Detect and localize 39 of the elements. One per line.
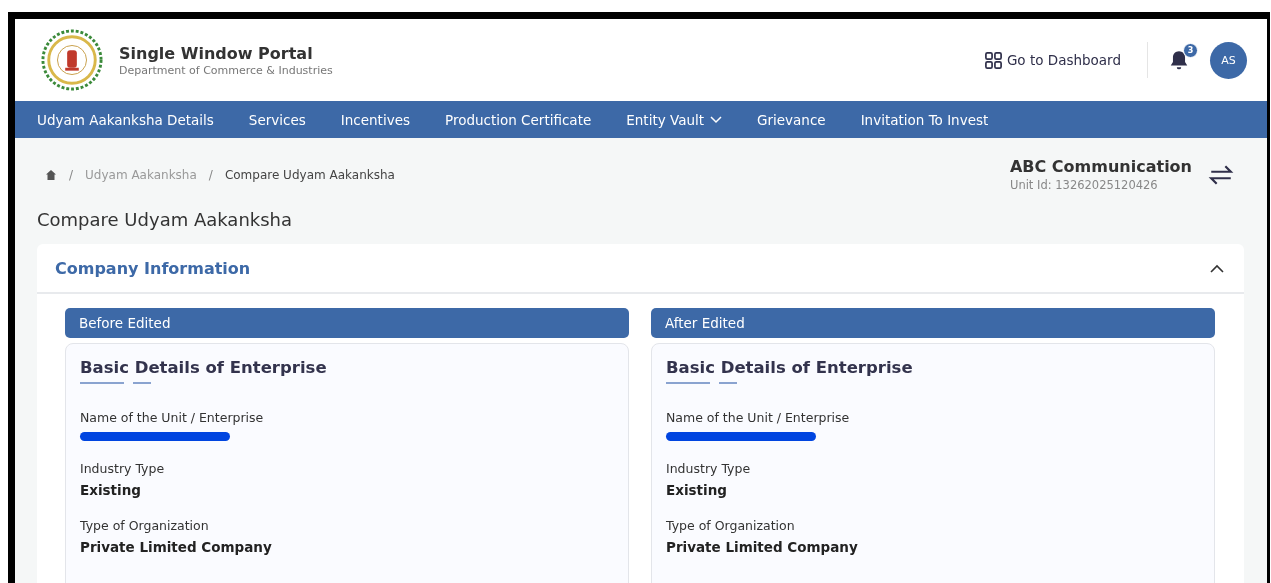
breadcrumb-separator: / (69, 167, 74, 182)
field-label: Name of the Unit / Enterprise (80, 410, 265, 425)
field-label: Industry Type (80, 461, 166, 476)
nav-item[interactable]: Services (248, 111, 306, 128)
field-label: Name of the Unit / Enterprise (666, 410, 851, 425)
card-title: Basic Details of Enterprise (666, 358, 914, 377)
nav-item[interactable]: Entity Vault (626, 111, 722, 128)
chevron-up-icon[interactable] (1210, 263, 1224, 273)
field-value: Existing (666, 482, 728, 498)
nav-item[interactable]: Production Certificate (445, 111, 592, 128)
portal-title: Single Window Portal (119, 43, 314, 63)
nav-item[interactable]: Incentives (340, 111, 410, 128)
field-value: Existing (80, 482, 142, 498)
breadcrumb-separator: / (208, 167, 213, 182)
emblem-logo (41, 29, 103, 91)
column-heading: After Edited (651, 308, 1215, 338)
breadcrumb-current: Compare Udyam Aakanksha (224, 167, 395, 182)
page-title: Compare Udyam Aakanksha (37, 209, 294, 230)
card-title: Basic Details of Enterprise (80, 358, 328, 377)
dashboard-link[interactable]: Go to Dashboard (983, 50, 1121, 70)
field-value: Private Limited Company (666, 539, 859, 555)
home-icon[interactable] (45, 168, 57, 181)
column-heading: Before Edited (65, 308, 629, 338)
department-name: Department of Commerce & Industries (119, 63, 333, 77)
field-label: Industry Type (666, 461, 752, 476)
field-label: Type of Organization (666, 518, 796, 533)
nav-item[interactable]: Udyam Aakanksha Details (37, 111, 214, 128)
user-avatar[interactable]: AS (1210, 41, 1247, 79)
nav-item[interactable]: Invitation To Invest (860, 111, 989, 128)
section-title[interactable]: Company Information (55, 258, 251, 278)
field-value: Private Limited Company (80, 539, 273, 555)
unit-name: ABC Communication (1009, 157, 1192, 176)
notification-badge: 3 (1183, 43, 1198, 58)
bell-icon[interactable] (1168, 49, 1190, 71)
field-label: Type of Organization (80, 518, 210, 533)
chevron-down-icon (710, 115, 722, 124)
unit-id: Unit Id: 13262025120426 (1009, 178, 1159, 192)
nav-item[interactable]: Grievance (757, 111, 826, 128)
grid-icon (983, 50, 1003, 70)
